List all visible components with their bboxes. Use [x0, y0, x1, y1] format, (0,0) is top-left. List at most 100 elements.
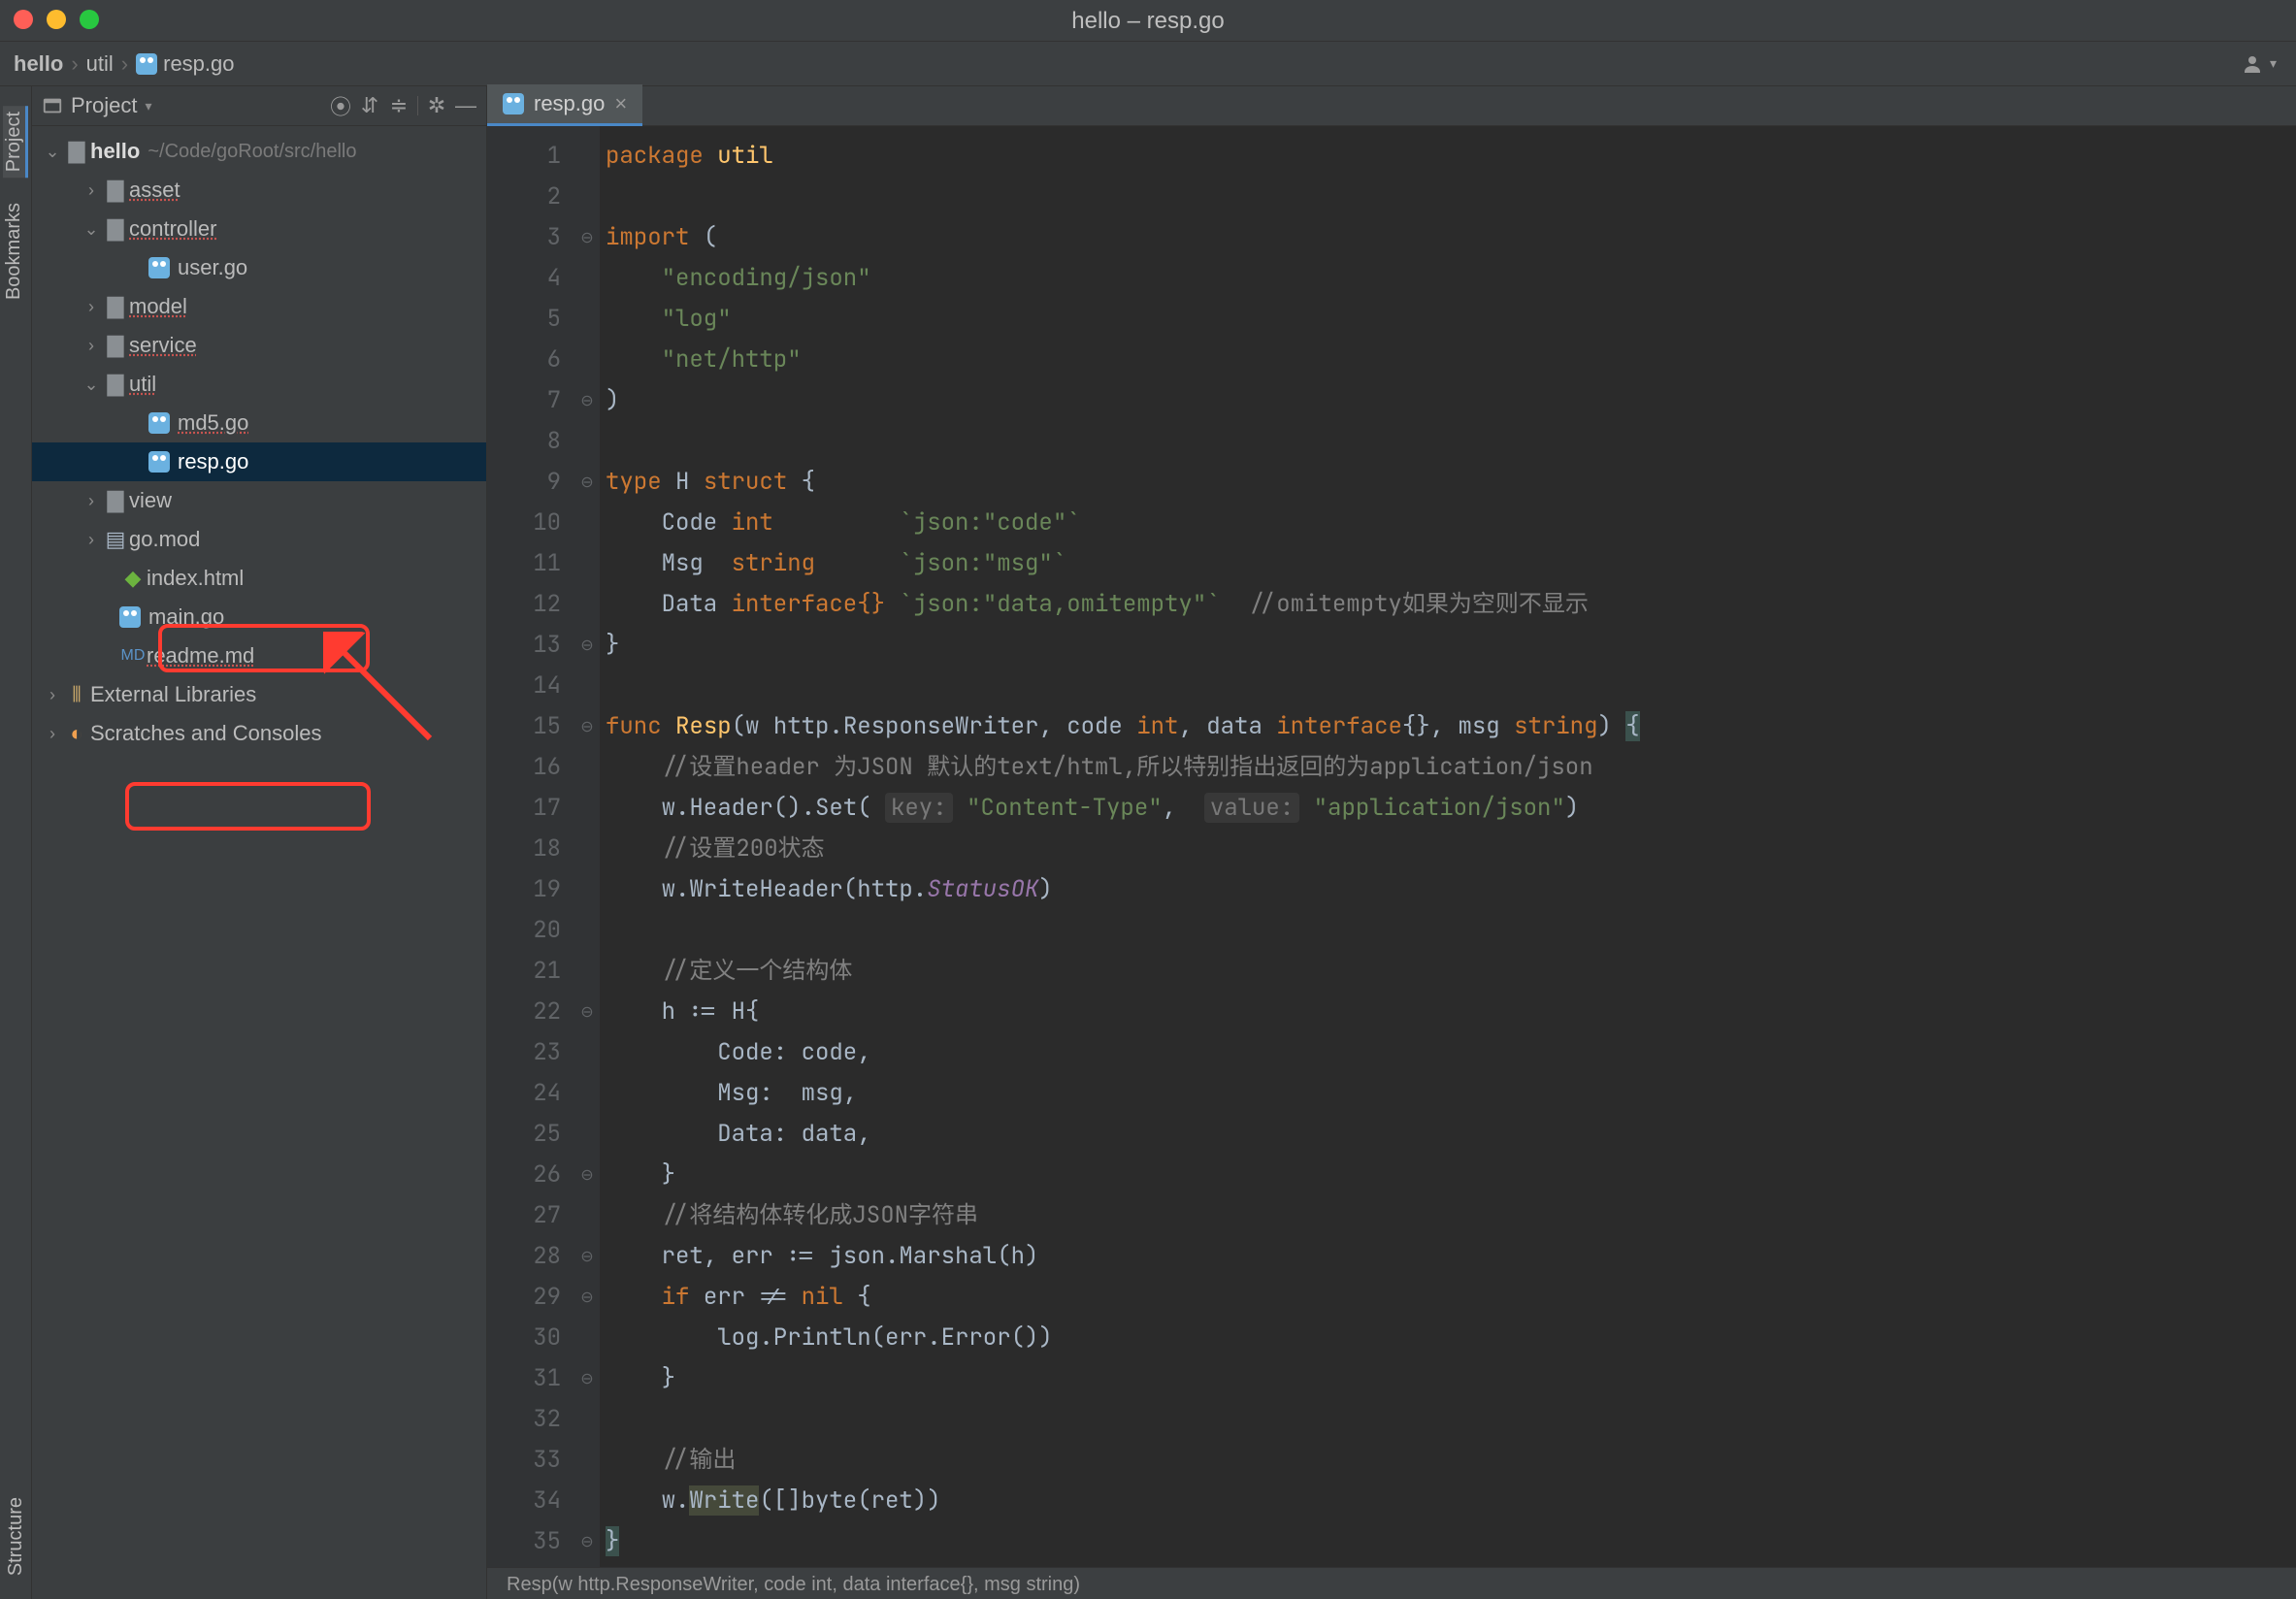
tree-scratches[interactable]: › ◐ Scratches and Consoles [32, 714, 486, 753]
folder-icon: ▇ [102, 294, 129, 319]
html-file-icon: ◆ [119, 566, 147, 591]
chevron-right-icon: › [42, 724, 63, 744]
tree-label: model [129, 294, 187, 319]
chevron-right-icon: › [42, 685, 63, 705]
go-file-icon [119, 606, 141, 628]
tree-label: service [129, 333, 197, 358]
tree-file-go-mod[interactable]: › ▤ go.mod [32, 520, 486, 559]
close-window-icon[interactable] [14, 10, 33, 29]
tree-root-path: ~/Code/goRoot/src/hello [148, 141, 356, 163]
tree-label: index.html [147, 566, 244, 591]
chevron-down-icon: ▾ [2270, 55, 2277, 72]
tab-resp-go[interactable]: resp.go × [487, 84, 642, 126]
project-tool-tab[interactable]: Project [3, 106, 28, 178]
navigation-bar: hello › util › resp.go ▾ [0, 42, 2296, 86]
chevron-down-icon: ▾ [145, 98, 151, 114]
macos-titlebar: hello – resp.go [0, 0, 2296, 42]
chevron-down-icon: ⌄ [81, 375, 102, 395]
tree-label: md5.go [178, 410, 248, 436]
structure-tool-tab[interactable]: Structure [5, 1491, 27, 1582]
tree-label: asset [129, 178, 180, 203]
tree-file-index-html[interactable]: ◆ index.html [32, 559, 486, 598]
expand-all-icon[interactable]: ⇵ [359, 93, 380, 118]
hide-sidebar-icon[interactable]: — [455, 93, 476, 118]
left-tool-strip: Project Bookmarks Structure [0, 86, 32, 1599]
tree-label: main.go [148, 604, 224, 630]
collapse-all-icon[interactable]: ≑ [388, 93, 410, 118]
scope-icon[interactable]: ⦿ [330, 90, 351, 121]
go-file-icon [136, 53, 157, 75]
chevron-right-icon: › [71, 51, 78, 77]
tree-label: util [129, 372, 156, 397]
tree-file-resp-go[interactable]: resp.go [32, 442, 486, 481]
go-file-icon [503, 93, 524, 114]
tree-label: readme.md [147, 643, 254, 669]
tree-dir-util[interactable]: ⌄ ▇ util [32, 365, 486, 404]
line-number-gutter: 1234567891011121314151617181920212223242… [487, 126, 574, 1567]
tree-label: go.mod [129, 527, 200, 552]
chevron-right-icon: › [81, 180, 102, 201]
chevron-right-icon: › [81, 297, 102, 317]
traffic-lights [14, 10, 99, 29]
breadcrumb-file[interactable]: resp.go [136, 51, 234, 77]
chevron-right-icon: › [81, 530, 102, 550]
scratch-icon: ◐ [63, 721, 90, 746]
settings-icon[interactable]: ✲ [426, 93, 447, 118]
maximize-window-icon[interactable] [80, 10, 99, 29]
folder-icon: ▇ [102, 488, 129, 513]
chevron-right-icon: › [121, 51, 128, 77]
tree-file-md5-go[interactable]: md5.go [32, 404, 486, 442]
tree-label: user.go [178, 255, 247, 280]
chevron-down-icon: ⌄ [81, 219, 102, 240]
tree-dir-view[interactable]: › ▇ view [32, 481, 486, 520]
project-sidebar: Project ▾ ⦿ ⇵ ≑ ✲ — ⌄ ▇ hello ~/Code/goR… [32, 86, 487, 1599]
close-tab-icon[interactable]: × [614, 91, 627, 116]
tree-dir-service[interactable]: › ▇ service [32, 326, 486, 365]
breadcrumb-file-label: resp.go [163, 51, 234, 77]
tree-root[interactable]: ⌄ ▇ hello ~/Code/goRoot/src/hello [32, 132, 486, 171]
tree-external-libraries[interactable]: › ⫴ External Libraries [32, 675, 486, 714]
folder-icon: ▇ [63, 139, 90, 164]
tree-label: controller [129, 216, 216, 242]
chevron-down-icon: ⌄ [42, 142, 63, 162]
tree-dir-controller[interactable]: ⌄ ▇ controller [32, 210, 486, 248]
user-icon [2241, 52, 2264, 76]
code-content[interactable]: package util import ( "encoding/json" "l… [600, 126, 2296, 1567]
tree-label: External Libraries [90, 682, 256, 707]
go-file-icon [148, 412, 170, 434]
tree-label: resp.go [178, 449, 248, 474]
minimize-window-icon[interactable] [47, 10, 66, 29]
markdown-file-icon: MD [119, 647, 147, 665]
project-tree: ⌄ ▇ hello ~/Code/goRoot/src/hello › ▇ as… [32, 126, 486, 1599]
status-bar: Resp(w http.ResponseWriter, code int, da… [487, 1567, 2296, 1599]
status-text: Resp(w http.ResponseWriter, code int, da… [507, 1574, 1080, 1596]
tree-dir-model[interactable]: › ▇ model [32, 287, 486, 326]
project-view-switcher[interactable]: Project ▾ [42, 93, 152, 118]
tab-label: resp.go [534, 91, 605, 116]
go-file-icon [148, 451, 170, 473]
account-dropdown[interactable]: ▾ [2241, 52, 2277, 76]
code-editor[interactable]: 1234567891011121314151617181920212223242… [487, 126, 2296, 1567]
tree-file-user-go[interactable]: user.go [32, 248, 486, 287]
project-view-label: Project [71, 93, 137, 118]
tree-label: Scratches and Consoles [90, 721, 321, 746]
folder-icon: ▇ [102, 216, 129, 242]
bookmarks-tool-tab[interactable]: Bookmarks [3, 197, 25, 306]
chevron-right-icon: › [81, 336, 102, 356]
fold-column: ⊖⊖⊖⊖⊖⊖⊖⊖⊖⊖⊖ [574, 126, 600, 1567]
project-icon [42, 95, 63, 116]
window-title: hello – resp.go [1071, 8, 1224, 35]
breadcrumb-root[interactable]: hello [14, 51, 63, 77]
go-file-icon [148, 257, 170, 278]
tree-root-label: hello [90, 139, 140, 164]
tree-file-readme-md[interactable]: MD readme.md [32, 636, 486, 675]
tree-dir-asset[interactable]: › ▇ asset [32, 171, 486, 210]
folder-icon: ▇ [102, 178, 129, 203]
breadcrumb-dir[interactable]: util [86, 51, 114, 77]
file-icon: ▤ [102, 527, 129, 552]
folder-icon: ▇ [102, 333, 129, 358]
tree-label: view [129, 488, 172, 513]
tree-file-main-go[interactable]: main.go [32, 598, 486, 636]
editor-pane: resp.go × 123456789101112131415161718192… [487, 86, 2296, 1599]
folder-icon: ▇ [102, 372, 129, 397]
